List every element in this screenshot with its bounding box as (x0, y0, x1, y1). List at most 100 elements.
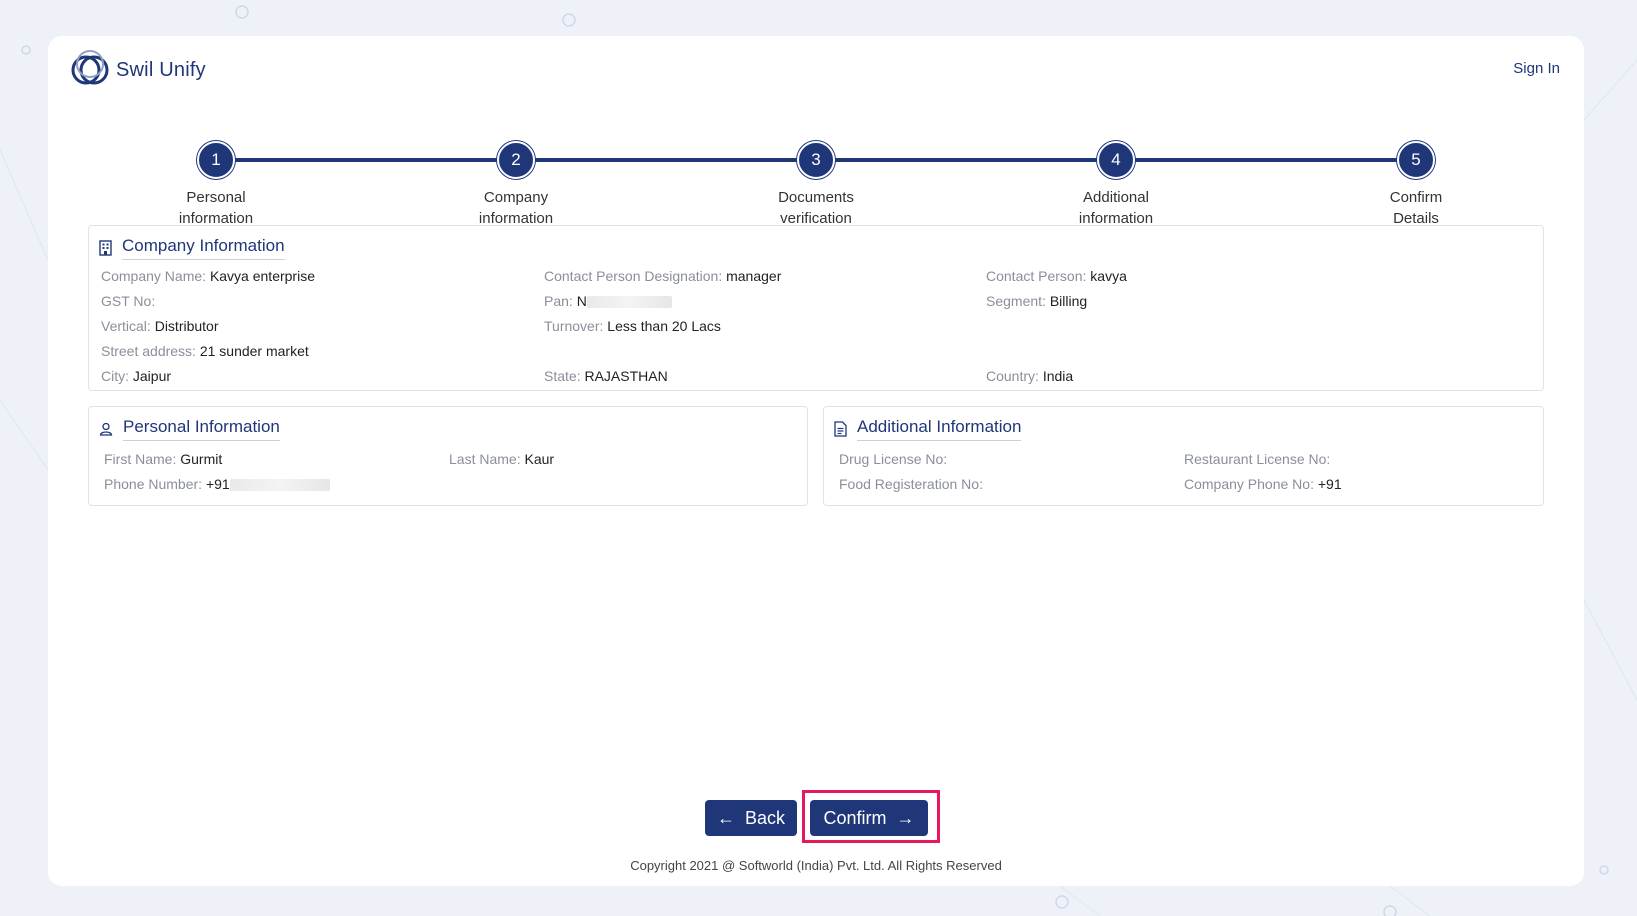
vertical-field: Vertical: Distributor (101, 318, 219, 334)
step-confirm-details[interactable]: 5 Confirm Details (1336, 141, 1496, 229)
redacted-value (229, 479, 330, 492)
company-phone-field: Company Phone No: +91 (1184, 476, 1342, 492)
personal-information-panel: Personal Information First Name: Gurmit … (88, 406, 808, 506)
panel-title: Company Information (122, 236, 285, 260)
field-value: Billing (1049, 293, 1088, 309)
field-label: Contact Person: (986, 268, 1087, 284)
field-label: Vertical: (101, 318, 151, 334)
step-label: Additional information (1036, 187, 1196, 229)
step-label-line: Personal (186, 189, 246, 206)
step-number: 5 (1397, 141, 1435, 179)
panel-header: Additional Information (834, 417, 1022, 441)
segment-field: Segment: Billing (986, 293, 1087, 309)
field-value: Less than 20 Lacs (607, 318, 721, 334)
field-value: Jaipur (132, 368, 172, 384)
phone-number-field: Phone Number: +91 (104, 476, 330, 492)
country-field: Country: India (986, 368, 1073, 384)
field-label: Pan: (544, 293, 573, 309)
field-label: Drug License No: (839, 451, 948, 467)
food-registration-field: Food Registeration No: (839, 476, 983, 492)
field-label: State: (544, 368, 581, 384)
city-field: City: Jaipur (101, 368, 171, 384)
registration-card: Swil Unify Sign In 1 Personal informatio… (48, 36, 1584, 886)
field-label: Company Name: (101, 268, 207, 284)
field-label: Food Registeration No: (839, 476, 983, 492)
field-label: Segment: (986, 293, 1046, 309)
field-value: RAJASTHAN (584, 368, 668, 384)
panel-title: Additional Information (857, 417, 1022, 441)
company-information-panel: Company Information Company Name: Kavya … (88, 225, 1544, 391)
field-value: India (1042, 368, 1074, 384)
footer-copyright: Copyright 2021 @ Softworld (India) Pvt. … (630, 858, 1002, 873)
document-icon (834, 421, 847, 437)
arrow-right-icon: → (896, 807, 915, 828)
brand-logo[interactable]: Swil Unify (66, 46, 206, 94)
step-label-line: Company (483, 189, 549, 206)
field-label: Last Name: (449, 451, 521, 467)
field-label: Turnover: (544, 318, 604, 334)
redacted-value (586, 296, 672, 309)
building-icon (99, 240, 112, 256)
step-number: 4 (1097, 141, 1135, 179)
step-label: Company information (436, 187, 596, 229)
step-documents-verification[interactable]: 3 Documents verification (736, 141, 896, 229)
panel-header: Personal Information (99, 417, 280, 441)
step-number: 2 (497, 141, 535, 179)
progress-stepper: 1 Personal information 2 Company informa… (48, 107, 1584, 227)
field-value: N (576, 293, 587, 309)
field-value: 21 sunder market (199, 343, 309, 359)
field-value: +91 (1317, 476, 1342, 492)
field-label: Restaurant License No: (1184, 451, 1331, 467)
state-field: State: RAJASTHAN (544, 368, 668, 384)
field-value: +91 (205, 476, 230, 492)
panel-header: Company Information (99, 236, 285, 260)
street-address-field: Street address: 21 sunder market (101, 343, 309, 359)
step-number: 1 (197, 141, 235, 179)
user-icon (99, 422, 113, 436)
field-label: Contact Person Designation: (544, 268, 723, 284)
step-label: Documents verification (736, 187, 896, 229)
confirm-button[interactable]: Confirm → (810, 800, 928, 836)
company-name-field: Company Name: Kavya enterprise (101, 268, 315, 284)
drug-license-field: Drug License No: (839, 451, 947, 467)
field-label: City: (101, 368, 129, 384)
step-label-line: Additional (1083, 189, 1149, 206)
field-label: Company Phone No: (1184, 476, 1314, 492)
step-label: Confirm Details (1336, 187, 1496, 229)
field-value: Kaur (524, 451, 555, 467)
contact-designation-field: Contact Person Designation: manager (544, 268, 781, 284)
gst-field: GST No: (101, 293, 155, 309)
field-label: First Name: (104, 451, 177, 467)
field-value: kavya (1090, 268, 1127, 284)
arrow-left-icon: ← (716, 807, 735, 828)
confirm-button-label: Confirm (823, 807, 887, 828)
first-name-field: First Name: Gurmit (104, 451, 222, 467)
pan-field: Pan: N (544, 293, 672, 309)
field-value: manager (726, 268, 782, 284)
additional-information-panel: Additional Information Drug License No: … (823, 406, 1544, 506)
field-value: Gurmit (180, 451, 223, 467)
field-value: Distributor (154, 318, 219, 334)
step-personal-information[interactable]: 1 Personal information (136, 141, 296, 229)
step-additional-information[interactable]: 4 Additional information (1036, 141, 1196, 229)
step-label-line: Confirm (1389, 189, 1443, 206)
panel-title: Personal Information (123, 417, 280, 441)
step-company-information[interactable]: 2 Company information (436, 141, 596, 229)
brand-name: Swil Unify (116, 58, 206, 81)
field-label: Phone Number: (104, 476, 203, 492)
back-button-label: Back (744, 807, 786, 828)
field-label: GST No: (101, 293, 156, 309)
last-name-field: Last Name: Kaur (449, 451, 554, 467)
step-label: Personal information (136, 187, 296, 229)
contact-person-field: Contact Person: kavya (986, 268, 1127, 284)
swil-logo-icon (71, 50, 109, 85)
step-number: 3 (797, 141, 835, 179)
back-button[interactable]: ← Back (705, 800, 797, 836)
turnover-field: Turnover: Less than 20 Lacs (544, 318, 721, 334)
step-label-line: Documents (778, 189, 854, 206)
restaurant-license-field: Restaurant License No: (1184, 451, 1330, 467)
sign-in-link[interactable]: Sign In (1513, 60, 1560, 77)
field-label: Country: (986, 368, 1039, 384)
field-value: Kavya enterprise (209, 268, 315, 284)
field-label: Street address: (101, 343, 196, 359)
